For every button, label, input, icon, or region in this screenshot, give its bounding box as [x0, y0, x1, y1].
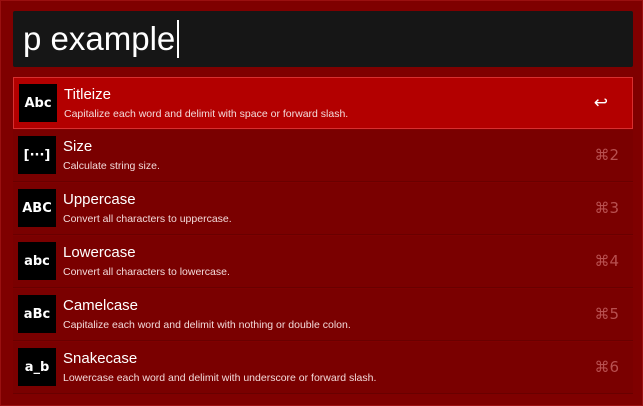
result-shortcut: ⌘4	[594, 252, 619, 270]
result-item-titleize[interactable]: Abc Titleize Capitalize each word and de…	[13, 77, 633, 129]
result-shortcut: ⌘5	[594, 305, 619, 323]
uppercase-icon: ABC	[18, 189, 56, 227]
snakecase-icon: a_b	[18, 348, 56, 386]
launcher-window: p example Abc Titleize Capitalize each w…	[0, 0, 643, 406]
result-item-lowercase[interactable]: abc Lowercase Convert all characters to …	[13, 236, 633, 288]
size-icon: [···]	[18, 136, 56, 174]
titleize-icon: Abc	[19, 84, 57, 122]
result-item-size[interactable]: [···] Size Calculate string size. ⌘2	[13, 130, 633, 182]
result-title: Size	[63, 138, 93, 155]
result-item-camelcase[interactable]: aBc Camelcase Capitalize each word and d…	[13, 289, 633, 341]
result-shortcut: ⌘6	[594, 358, 619, 376]
result-subtitle: Convert all characters to lowercase.	[63, 266, 230, 278]
text-caret	[177, 20, 180, 58]
search-box[interactable]: p example	[13, 11, 633, 67]
return-icon: ↩	[593, 93, 608, 113]
result-subtitle: Calculate string size.	[63, 160, 160, 172]
result-title: Snakecase	[63, 350, 138, 367]
result-shortcut: ⌘3	[594, 199, 619, 217]
result-subtitle: Capitalize each word and delimit with sp…	[64, 108, 349, 120]
result-item-uppercase[interactable]: ABC Uppercase Convert all characters to …	[13, 183, 633, 235]
result-subtitle: Capitalize each word and delimit with no…	[63, 319, 351, 331]
result-subtitle: Lowercase each word and delimit with und…	[63, 372, 377, 384]
result-title: Uppercase	[63, 191, 136, 208]
result-title: Titleize	[64, 86, 111, 103]
result-shortcut: ⌘2	[594, 146, 619, 164]
lowercase-icon: abc	[18, 242, 56, 280]
result-subtitle: Convert all characters to uppercase.	[63, 213, 232, 225]
result-title: Camelcase	[63, 297, 139, 314]
camelcase-icon: aBc	[18, 295, 56, 333]
result-title: Lowercase	[63, 244, 136, 261]
results-list: Abc Titleize Capitalize each word and de…	[13, 77, 633, 395]
search-input[interactable]: p example	[23, 19, 175, 59]
result-item-snakecase[interactable]: a_b Snakecase Lowercase each word and de…	[13, 342, 633, 394]
